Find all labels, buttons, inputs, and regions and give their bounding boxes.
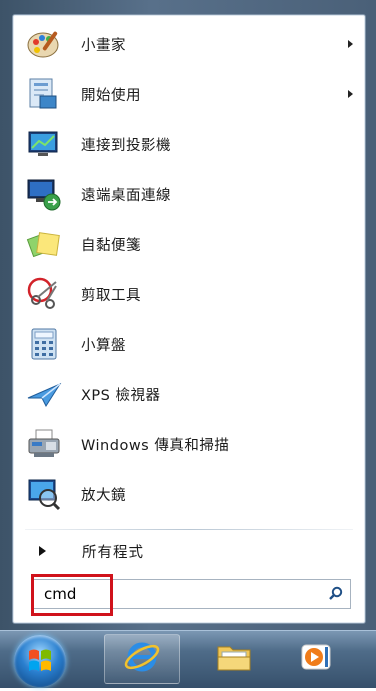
xps-viewer-icon <box>25 375 63 413</box>
magnifier-icon <box>25 475 63 513</box>
submenu-arrow-icon[interactable] <box>348 40 353 48</box>
all-programs-label: 所有程式 <box>82 544 144 561</box>
menu-separator <box>25 529 353 530</box>
program-item-xps-viewer[interactable]: XPS 檢視器 <box>13 369 365 419</box>
fax-scan-icon <box>25 425 63 463</box>
media-player-icon <box>296 637 336 681</box>
search-icon[interactable] <box>322 581 350 607</box>
start-orb-icon[interactable] <box>14 635 66 687</box>
program-label: 剪取工具 <box>81 287 141 304</box>
program-label: XPS 檢視器 <box>81 387 161 404</box>
all-programs-button[interactable]: 所有程式 <box>13 531 365 571</box>
program-item-calculator[interactable]: 小算盤 <box>13 319 365 369</box>
taskbar <box>0 630 376 688</box>
submenu-arrow-icon[interactable] <box>348 90 353 98</box>
search-box[interactable] <box>33 579 351 609</box>
program-label: 小算盤 <box>81 337 126 354</box>
program-item-projector[interactable]: 連接到投影機 <box>13 119 365 169</box>
program-item-magnifier[interactable]: 放大鏡 <box>13 469 365 519</box>
taskbar-media-player[interactable] <box>278 634 354 684</box>
program-item-sticky-notes[interactable]: 自黏便箋 <box>13 219 365 269</box>
program-item-fax-scan[interactable]: Windows 傳真和掃描 <box>13 419 365 469</box>
program-label: 小畫家 <box>81 37 126 54</box>
program-list: 小畫家 開始使用 連接到投影機 遠端桌面連線 自黏便箋 剪取工具 小算盤 XPS… <box>13 19 365 519</box>
start-menu-panel: 小畫家 開始使用 連接到投影機 遠端桌面連線 自黏便箋 剪取工具 小算盤 XPS… <box>12 14 366 624</box>
expand-arrow-icon <box>39 546 46 556</box>
remote-desktop-icon <box>25 175 63 213</box>
file-explorer-icon <box>214 637 254 681</box>
program-item-paint[interactable]: 小畫家 <box>13 19 365 69</box>
internet-explorer-icon <box>122 637 162 681</box>
program-label: 放大鏡 <box>81 487 126 504</box>
projector-icon <box>25 125 63 163</box>
program-item-snipping-tool[interactable]: 剪取工具 <box>13 269 365 319</box>
program-label: 自黏便箋 <box>81 237 141 254</box>
calculator-icon <box>25 325 63 363</box>
program-label: 開始使用 <box>81 87 141 104</box>
program-label: Windows 傳真和掃描 <box>81 437 230 454</box>
snipping-tool-icon <box>25 275 63 313</box>
sticky-notes-icon <box>25 225 63 263</box>
program-item-remote-desktop[interactable]: 遠端桌面連線 <box>13 169 365 219</box>
program-label: 連接到投影機 <box>81 137 171 154</box>
getting-started-icon <box>25 75 63 113</box>
taskbar-internet-explorer[interactable] <box>104 634 180 684</box>
paint-icon <box>25 25 63 63</box>
program-label: 遠端桌面連線 <box>81 187 171 204</box>
taskbar-file-explorer[interactable] <box>196 634 272 684</box>
search-input[interactable] <box>34 581 322 607</box>
program-item-getting-started[interactable]: 開始使用 <box>13 69 365 119</box>
